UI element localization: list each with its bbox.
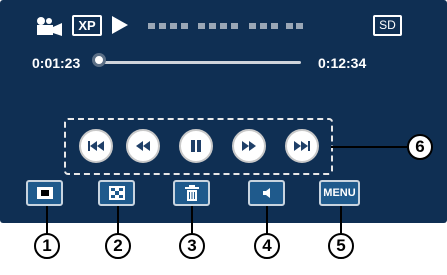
- callout-6: 6: [407, 134, 433, 160]
- callout-line-5: [340, 206, 342, 234]
- index-grid-icon: [108, 186, 125, 200]
- trash-icon: [184, 185, 199, 201]
- elapsed-time: 0:01:23: [32, 55, 81, 71]
- media-indicator: SD: [373, 15, 402, 36]
- callout-4: 4: [254, 233, 280, 259]
- callout-line-1: [46, 206, 48, 234]
- callout-line-3: [191, 206, 193, 234]
- pause-button[interactable]: [179, 129, 213, 163]
- quality-indicator: XP: [72, 15, 102, 36]
- pause-icon: [191, 140, 201, 152]
- rewind-button[interactable]: [126, 129, 160, 163]
- index-button[interactable]: [98, 180, 135, 206]
- fast-forward-button[interactable]: [232, 129, 266, 163]
- play-triangle-icon: [112, 16, 128, 34]
- total-time: 0:12:34: [318, 55, 367, 71]
- seek-handle[interactable]: [92, 53, 106, 67]
- rewind-icon: [136, 141, 150, 151]
- callout-5: 5: [328, 233, 354, 259]
- menu-label: MENU: [323, 187, 356, 199]
- skip-forward-button[interactable]: [285, 129, 319, 163]
- file-name-placeholder: [148, 23, 303, 29]
- callout-2: 2: [105, 233, 131, 259]
- skip-back-icon: [88, 141, 104, 151]
- skip-forward-icon: [294, 141, 310, 151]
- callout-3: 3: [179, 233, 205, 259]
- volume-icon: [262, 188, 270, 198]
- fast-forward-icon: [242, 141, 256, 151]
- callout-line-4: [266, 206, 268, 234]
- snapshot-button[interactable]: [26, 180, 63, 206]
- callout-1: 1: [34, 233, 60, 259]
- volume-button[interactable]: [248, 180, 285, 206]
- skip-back-button[interactable]: [79, 129, 113, 163]
- delete-button[interactable]: [173, 180, 210, 206]
- callout-line-2: [117, 206, 119, 234]
- callout-line-6: [331, 146, 407, 148]
- video-camera-icon: [37, 17, 62, 36]
- snapshot-icon: [36, 187, 53, 199]
- playback-screen: XP SD 0:01:23 0:12:34 MENU: [0, 0, 447, 223]
- menu-button[interactable]: MENU: [319, 180, 360, 206]
- seek-track[interactable]: [104, 61, 301, 64]
